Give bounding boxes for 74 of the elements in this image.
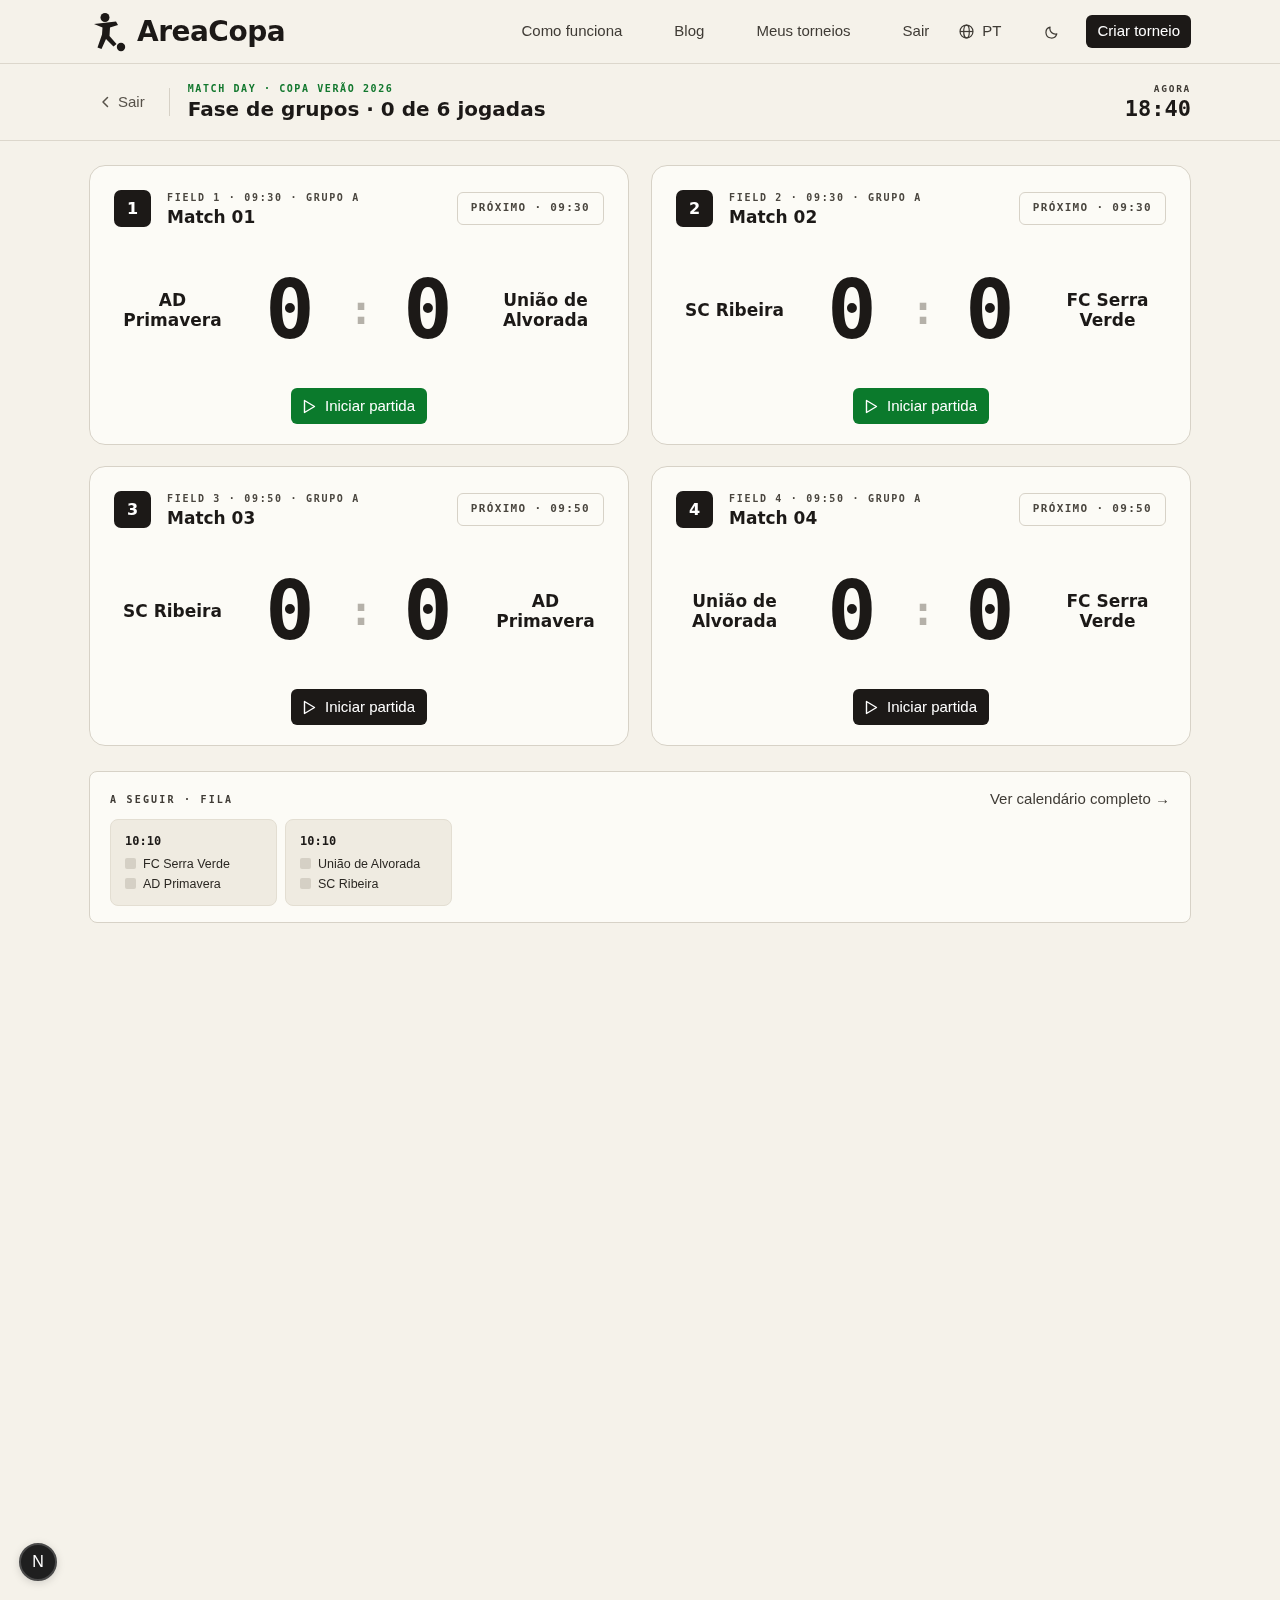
- queue-team-name: SC Ribeira: [318, 875, 379, 893]
- queue-team-name: AD Primavera: [143, 875, 221, 893]
- chevron-left-icon: [101, 96, 110, 108]
- play-icon: [864, 398, 878, 414]
- match-title: Match 02: [729, 206, 819, 229]
- team-swatch-icon: [300, 858, 311, 869]
- start-match-button[interactable]: Iniciar partida: [290, 388, 427, 424]
- queue-title: A SEGUIR · FILA: [110, 792, 234, 807]
- queue-item[interactable]: 10:10 FC Serra Verde AD Primavera: [110, 818, 277, 906]
- queue-time: 10:10: [125, 832, 163, 850]
- queue-team-name: FC Serra Verde: [143, 855, 230, 873]
- queue-time: 10:10: [300, 832, 338, 850]
- nav-link[interactable]: Meus torneios: [756, 20, 851, 43]
- status-pill: PRÓXIMO · 09:50: [456, 493, 604, 526]
- nav-link[interactable]: Sair: [902, 20, 930, 43]
- nav-link[interactable]: Blog: [674, 20, 705, 43]
- score-separator: :: [911, 286, 931, 335]
- moon-icon[interactable]: [1045, 24, 1060, 39]
- queue-team-name: União de Alvorada: [318, 855, 421, 873]
- team-swatch-icon: [125, 858, 136, 869]
- clock-label: AGORA: [1152, 82, 1191, 96]
- play-icon: [302, 398, 316, 414]
- score-separator: :: [911, 587, 931, 636]
- away-team-name: FC Serra Verde: [1065, 290, 1150, 330]
- match-meta: FIELD 1 · 09:30 · GRUPO A: [167, 191, 360, 205]
- play-icon: [302, 699, 316, 715]
- page-title: Fase de grupos · 0 de 6 jogadas: [187, 96, 546, 122]
- queue-item[interactable]: 10:10 União de Alvorada SC Ribeira: [285, 818, 452, 906]
- team-swatch-icon: [125, 878, 136, 889]
- team-swatch-icon: [300, 878, 311, 889]
- language-button[interactable]: PT: [959, 20, 1002, 43]
- match-meta: FIELD 4 · 09:50 · GRUPO A: [729, 492, 922, 506]
- away-team-name: FC Serra Verde: [1065, 591, 1150, 631]
- home-score: 0: [265, 570, 315, 652]
- status-pill: PRÓXIMO · 09:50: [1018, 493, 1166, 526]
- create-tournament-button[interactable]: Criar torneio: [1086, 15, 1191, 48]
- status-pill: PRÓXIMO · 09:30: [456, 192, 604, 225]
- match-number: 2: [676, 190, 713, 227]
- away-score: 0: [965, 269, 1015, 351]
- eyebrow-text: MATCH DAY · COPA VERÃO 2026: [187, 82, 395, 96]
- home-score: 0: [827, 570, 877, 652]
- match-title: Match 01: [167, 206, 257, 229]
- match-meta: FIELD 2 · 09:30 · GRUPO A: [729, 191, 922, 205]
- home-team-name: União de Alvorada: [690, 591, 779, 631]
- match-number: 3: [114, 491, 151, 528]
- home-team-name: AD Primavera: [122, 290, 223, 330]
- away-score: 0: [403, 570, 453, 652]
- home-team-name: SC Ribeira: [684, 300, 785, 320]
- start-match-button[interactable]: Iniciar partida: [852, 689, 989, 725]
- match-title: Match 03: [167, 507, 257, 530]
- match-number: 4: [676, 491, 713, 528]
- play-icon: [864, 699, 878, 715]
- globe-icon: [959, 24, 975, 39]
- away-score: 0: [403, 269, 453, 351]
- match-number: 1: [114, 190, 151, 227]
- back-link[interactable]: Sair: [89, 90, 145, 114]
- score-separator: :: [349, 587, 369, 636]
- away-team-name: AD Primavera: [495, 591, 596, 631]
- start-match-button[interactable]: Iniciar partida: [852, 388, 989, 424]
- status-pill: PRÓXIMO · 09:30: [1018, 192, 1166, 225]
- home-score: 0: [827, 269, 877, 351]
- away-score: 0: [965, 570, 1015, 652]
- home-score: 0: [265, 269, 315, 351]
- brand-logo[interactable]: AreaCopa: [137, 10, 286, 53]
- clock-time: 18:40: [1124, 96, 1191, 122]
- dev-indicator-button[interactable]: N: [19, 1543, 57, 1581]
- match-meta: FIELD 3 · 09:50 · GRUPO A: [167, 492, 360, 506]
- start-match-button[interactable]: Iniciar partida: [290, 689, 427, 725]
- match-title: Match 04: [729, 507, 819, 530]
- nav-link[interactable]: Como funciona: [521, 20, 623, 43]
- away-team-name: União de Alvorada: [501, 290, 590, 330]
- full-calendar-link[interactable]: Ver calendário completo →: [989, 788, 1170, 811]
- score-separator: :: [349, 286, 369, 335]
- home-team-name: SC Ribeira: [122, 601, 223, 621]
